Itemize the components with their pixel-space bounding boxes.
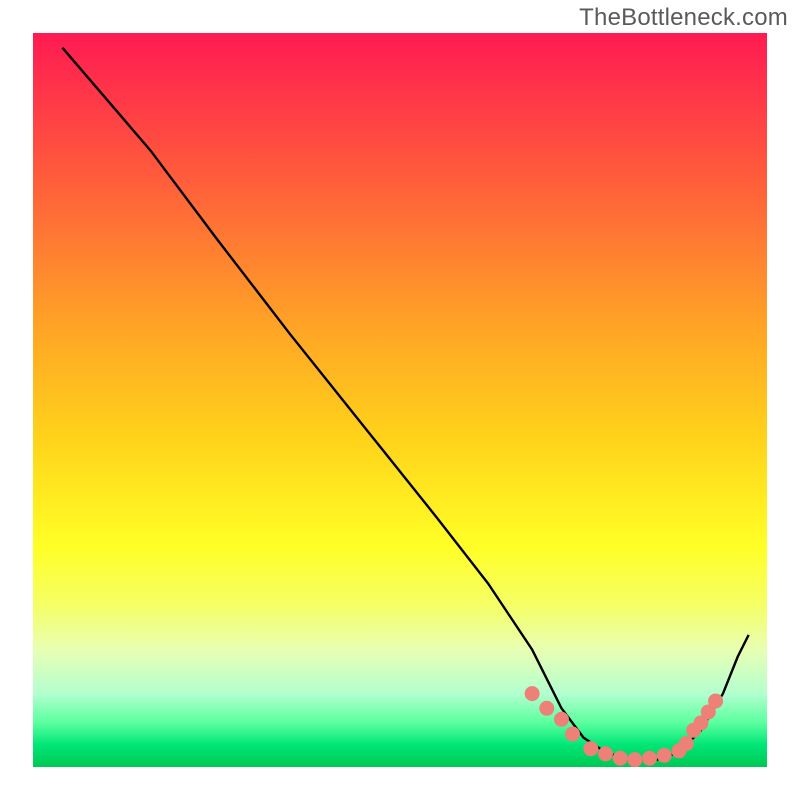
marker-dot (583, 741, 598, 756)
watermark-text: TheBottleneck.com (579, 4, 788, 32)
marker-dot (627, 752, 642, 767)
marker-dot (708, 693, 723, 708)
chart-svg (0, 0, 800, 800)
marker-dot (657, 748, 672, 763)
marker-dot (679, 736, 694, 751)
marker-dot (525, 686, 540, 701)
marker-dot (565, 726, 580, 741)
marker-dot (613, 751, 628, 766)
marker-dot (598, 746, 613, 761)
chart-root: TheBottleneck.com (0, 0, 800, 800)
marker-dot (642, 751, 657, 766)
marker-dot (554, 712, 569, 727)
marker-dot (539, 701, 554, 716)
